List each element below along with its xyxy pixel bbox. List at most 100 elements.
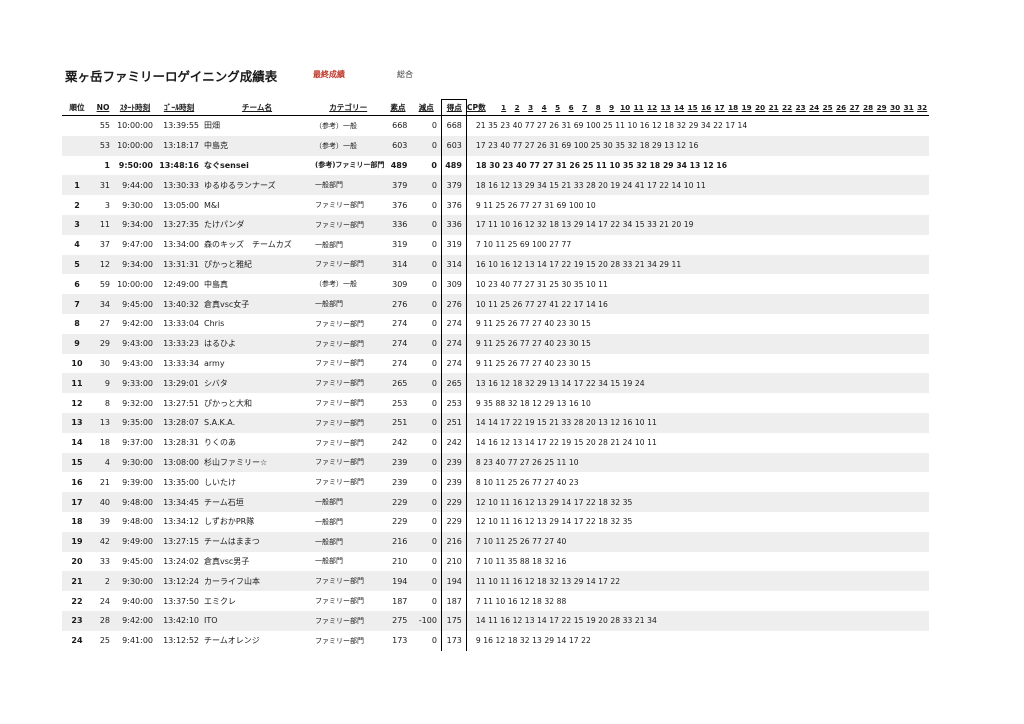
raw-score-cell: 336: [384, 214, 412, 235]
raw-score-cell: 265: [384, 373, 412, 394]
start-time-cell: 9:39:00: [122, 477, 153, 487]
table-row: 18 39 9:48:00 13:34:12 しずおかPR隊 一般部門 229 0 229 12 …: [62, 511, 929, 532]
rank-cell: 4: [74, 240, 80, 250]
category-cell: 一般部門: [315, 517, 343, 526]
cp-number-header: 5: [555, 102, 561, 112]
cp-list-cell: 9 11 25 26 77 27 40 23 30 15: [475, 358, 591, 368]
rank-cell: 5: [62, 254, 92, 275]
cp-number-header: 32: [917, 102, 928, 112]
team-name-cell: たけパンダ: [202, 214, 312, 235]
cp-list-cell: 14 16 12 13 14 17 22 19 15 20 28 21 24 1…: [475, 438, 657, 448]
score-cell: 265: [440, 373, 467, 394]
cp-list-cell: 9 35 88 32 18 12 29 13 16 10: [475, 398, 591, 408]
goal-time-cell: 13:34:12: [163, 517, 199, 527]
cp-number-header: 13: [660, 102, 671, 112]
raw-score-cell: 239: [384, 452, 412, 473]
cp-number-header: 18: [728, 102, 739, 112]
cp-list-cell: 14 11 16 12 13 14 17 22 15 19 20 28 33 2…: [466, 610, 929, 631]
table-row: 21 2 9:30:00 13:12:24 カーライフ山本 ファミリー部門 194 0 194 1…: [62, 571, 929, 592]
cp-list-cell: 21 35 23 40 77 27 26 31 69 100 25 11 10 …: [475, 121, 748, 131]
cp-number-header: 25: [822, 102, 833, 112]
no-cell: 53: [92, 135, 114, 156]
raw-score-cell: 274: [392, 358, 408, 368]
rank-cell: 23: [62, 610, 92, 631]
penalty-cell: -100: [411, 610, 442, 631]
raw-score-cell: 242: [392, 438, 408, 448]
table-row: 14 18 9:37:00 13:28:31 りくのあ ファミリー部門 242 0 242 14 …: [62, 432, 929, 453]
cp-list-cell: 9 16 12 18 32 13 29 14 17 22: [475, 636, 591, 646]
table-row: 23 28 9:42:00 13:42:10 ITO ファミリー部門 275 -100 175 1…: [62, 610, 929, 631]
no-cell: 13: [92, 412, 114, 433]
penalty-cell: 0: [411, 373, 442, 394]
penalty-cell: 0: [431, 319, 437, 329]
score-cell: 175: [440, 610, 467, 631]
goal-time-cell: 13:34:00: [163, 240, 199, 250]
no-cell: 4: [92, 452, 114, 473]
cp-number-header: 23: [795, 102, 806, 112]
table-row: 1 31 9:44:00 13:30:33 ゆるゆるランナーズ 一般部門 379 0 379 18…: [62, 175, 929, 196]
cp-number-header: 6: [568, 102, 574, 112]
rank-cell: 16: [71, 477, 83, 487]
rank-cell: 14: [71, 438, 83, 448]
score-cell: 242: [440, 432, 467, 453]
penalty-cell: 0: [431, 358, 437, 368]
start-time-cell: 9:30:00: [114, 452, 156, 473]
col-header-cps: CP数 1 2 3 4 5 6 7 8 9 10 11 12 13 14 15 16 17 18 19 20 21 22 2…: [466, 99, 929, 116]
score-cell: 194: [440, 571, 467, 592]
penalty-cell: 0: [431, 596, 437, 606]
score-cell: 274: [440, 333, 467, 354]
score-cell: 319: [440, 234, 467, 255]
cp-number-header: 7: [582, 102, 588, 112]
score-cell: 314: [440, 254, 467, 275]
cp-number-header: 14: [674, 102, 685, 112]
cp-number-header: 20: [755, 102, 766, 112]
category-cell: ファミリー部門: [315, 478, 364, 487]
goal-time-cell: 13:27:35: [156, 214, 202, 235]
cp-list-cell: 8 23 40 77 27 26 25 11 10: [466, 452, 929, 473]
goal-time-cell: 13:33:34: [163, 358, 199, 368]
penalty-cell: 0: [431, 398, 437, 408]
cp-list-cell: 9 11 25 26 77 27 40 23 30 15: [475, 319, 591, 329]
cp-number-header: 28: [863, 102, 874, 112]
team-name-cell: Chris: [204, 319, 225, 329]
penalty-cell: 0: [431, 160, 437, 170]
table-row: 11 9 9:33:00 13:29:01 シバタ ファミリー部門 265 0 265 13 16…: [62, 373, 929, 394]
team-name-cell: なぐsensei: [204, 160, 249, 170]
raw-score-cell: 194: [384, 571, 412, 592]
penalty-cell: 0: [431, 200, 437, 210]
score-cell: 489: [440, 155, 467, 176]
team-name-cell: エミクレ: [204, 596, 236, 606]
cp-number-header: 11: [633, 102, 644, 112]
results-table: 順位 NO ｽﾀｰﾄ時刻 ｺﾞｰﾙ時刻 チーム名 カテゴリー 素点 減点 得点 …: [62, 99, 929, 651]
raw-score-cell: 253: [392, 398, 408, 408]
cp-number-header: 30: [890, 102, 901, 112]
table-row: 20 33 9:45:00 13:24:02 倉真vsc男子 一般部門 210 0 210 7 1…: [62, 551, 929, 572]
score-cell: 239: [440, 452, 467, 473]
table-row: 5 12 9:34:00 13:31:31 ぴかっと雅紀 ファミリー部門 314 0 314 16…: [62, 254, 929, 275]
goal-time-cell: 13:35:00: [163, 477, 199, 487]
raw-score-cell: 668: [392, 121, 408, 131]
cp-list-cell: 7 10 11 25 69 100 27 77: [475, 240, 572, 250]
no-cell: 28: [92, 610, 114, 631]
table-row: 17 40 9:48:00 13:34:45 チーム石垣 一般部門 229 0 229 12 10…: [62, 492, 929, 512]
start-time-cell: 10:00:00: [114, 135, 156, 156]
category-cell: ファミリー部門: [312, 254, 385, 275]
table-row: 53 10:00:00 13:18:17 中島克 （参考）一般 603 0 603 17 23 …: [62, 135, 929, 156]
team-name-cell: ITO: [202, 610, 312, 631]
start-time-cell: 9:43:00: [122, 358, 153, 368]
penalty-cell: 0: [431, 477, 437, 487]
goal-time-cell: 13:27:15: [156, 531, 202, 552]
no-cell: 42: [92, 531, 114, 552]
score-cell: 336: [440, 214, 467, 235]
category-cell: ファミリー部門: [315, 399, 364, 408]
score-cell: 668: [440, 115, 467, 136]
no-cell: 59: [99, 279, 110, 289]
goal-time-cell: 13:28:07: [156, 412, 202, 433]
raw-score-cell: 229: [392, 517, 408, 527]
cp-number-header: 15: [687, 102, 698, 112]
rank-cell: 7: [62, 294, 92, 314]
team-name-cell: army: [204, 358, 225, 368]
category-cell: ファミリー部門: [312, 214, 385, 235]
team-name-cell: 倉真vsc男子: [204, 556, 250, 566]
table-row: 16 21 9:39:00 13:35:00 しいたけ ファミリー部門 239 0 239 8 1…: [62, 472, 929, 493]
